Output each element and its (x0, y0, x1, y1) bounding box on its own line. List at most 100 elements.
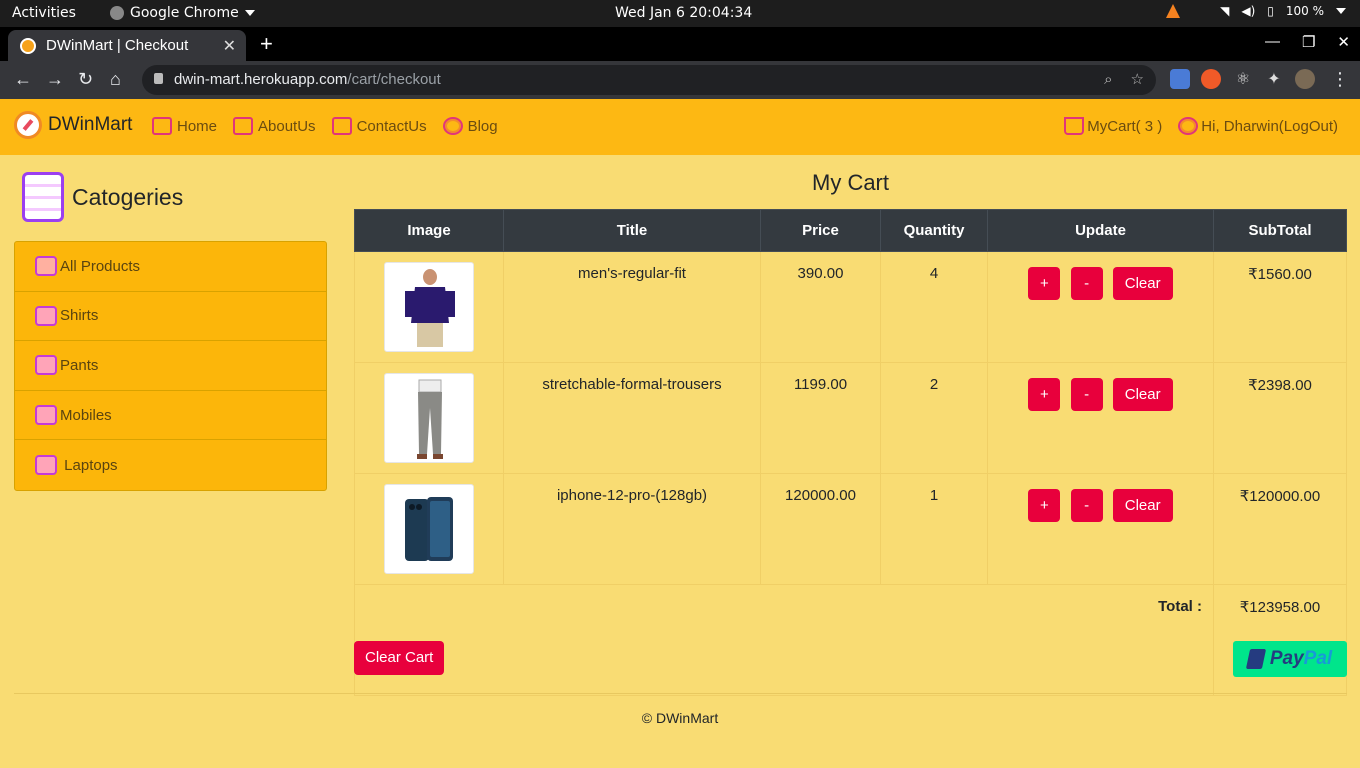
nav-aboutus-label: AboutUs (258, 117, 316, 135)
product-title: stretchable-formal-trousers (503, 362, 761, 474)
cart-icon (1064, 117, 1085, 135)
chevron-down-icon (1336, 8, 1346, 14)
puzzle-extensions-icon[interactable]: ✦ (1264, 69, 1284, 89)
category-label: Pants (60, 356, 99, 374)
product-title: iphone-12-pro-(128gb) (503, 473, 761, 585)
col-image: Image (354, 209, 504, 252)
product-subtotal: ₹2398.00 (1213, 362, 1347, 474)
lock-icon[interactable] (154, 73, 163, 84)
nav-aboutus[interactable]: AboutUs (233, 117, 316, 135)
clock[interactable]: Wed Jan 6 20:04:34 (615, 5, 752, 21)
nav-home[interactable]: Home (152, 117, 217, 135)
url-host: dwin-mart.herokuapp.com (174, 71, 348, 88)
battery-icon: ▯ (1267, 4, 1274, 18)
category-shirts[interactable]: Shirts (15, 292, 326, 342)
cart-title: My Cart (812, 170, 889, 195)
product-image-cell (354, 251, 504, 363)
minimize-icon[interactable]: — (1265, 33, 1280, 51)
url-path: /cart/checkout (347, 71, 441, 88)
wifi-icon: ◥ (1220, 4, 1230, 18)
product-image-cell (354, 362, 504, 474)
activities-button[interactable]: Activities (12, 5, 76, 21)
categories-list: All Products Shirts Pants Mobiles Laptop… (14, 241, 327, 491)
product-price: 1199.00 (760, 362, 881, 474)
forward-icon[interactable]: → (46, 69, 64, 90)
categories-heading: Catogeries (22, 172, 183, 222)
product-image-iphone[interactable] (384, 484, 474, 574)
battery-label: 100 % (1285, 4, 1324, 18)
kebab-menu-icon[interactable]: ⋮ (1331, 69, 1349, 90)
react-devtools-icon[interactable]: ⚛ (1233, 69, 1253, 89)
nav-mycart[interactable]: MyCart( 3 ) (1064, 117, 1162, 135)
col-price: Price (760, 209, 881, 252)
main-nav: Home AboutUs ContactUs Blog (152, 117, 498, 135)
product-image-trousers[interactable] (384, 373, 474, 463)
extension-icon[interactable] (1201, 69, 1221, 89)
zoom-icon[interactable]: ⌕ (1104, 65, 1112, 95)
logout-icon (1178, 117, 1199, 135)
browser-tab[interactable]: DWinMart | Checkout ✕ (8, 30, 246, 61)
category-laptops[interactable]: Laptops (15, 440, 326, 490)
close-window-icon[interactable]: ✕ (1337, 33, 1350, 51)
update-cell: + - Clear (987, 362, 1214, 474)
new-tab-icon[interactable]: + (260, 31, 273, 57)
clear-item-button[interactable]: Clear (1112, 267, 1173, 300)
reload-icon[interactable]: ↻ (78, 69, 93, 90)
product-subtotal: ₹120000.00 (1213, 473, 1347, 585)
favicon-icon (20, 37, 36, 54)
product-image-shirt[interactable] (384, 262, 474, 352)
categories-title: Catogeries (72, 183, 184, 210)
product-title: men's-regular-fit (503, 251, 761, 363)
clear-item-button[interactable]: Clear (1112, 378, 1173, 411)
system-tray[interactable]: ◥ ◀) ▯ 100 % (1166, 4, 1346, 18)
close-icon[interactable]: ✕ (223, 36, 236, 56)
decrement-button[interactable]: - (1070, 267, 1103, 300)
paypal-label-a: Pay (1269, 648, 1304, 669)
profile-avatar[interactable] (1295, 69, 1315, 89)
decrement-button[interactable]: - (1070, 378, 1103, 411)
about-icon (233, 117, 254, 135)
nav-logout[interactable]: Hi, Dharwin(LogOut) (1178, 117, 1338, 135)
vlc-icon[interactable] (1166, 4, 1181, 18)
category-all-products[interactable]: All Products (15, 242, 326, 292)
col-quantity: Quantity (880, 209, 988, 252)
category-mobiles[interactable]: Mobiles (15, 391, 326, 441)
nav-home-label: Home (177, 117, 218, 135)
nav-mycart-label: MyCart( 3 ) (1087, 117, 1163, 135)
product-price: 390.00 (760, 251, 881, 363)
increment-button[interactable]: + (1028, 489, 1061, 522)
home-icon[interactable]: ⌂ (110, 69, 121, 90)
brand-link[interactable]: DWinMart (14, 111, 132, 139)
translate-extension-icon[interactable] (1170, 69, 1190, 89)
table-row: stretchable-formal-trousers 1199.00 2 + … (354, 362, 1347, 474)
paypal-logo-icon (1245, 649, 1266, 669)
product-image-cell (354, 473, 504, 585)
address-bar[interactable]: dwin-mart.herokuapp.com/cart/checkout ⌕ … (142, 65, 1156, 95)
nav-blog[interactable]: Blog (442, 117, 498, 135)
tab-title: DWinMart | Checkout (46, 37, 189, 54)
site-navbar: DWinMart Home AboutUs ContactUs Blog MyC… (0, 99, 1360, 155)
paypal-button[interactable]: Pay Pal (1233, 641, 1347, 677)
increment-button[interactable]: + (1028, 378, 1061, 411)
col-title: Title (503, 209, 761, 252)
nav-contactus-label: ContactUs (356, 117, 427, 135)
clear-cart-button[interactable]: Clear Cart (354, 641, 445, 675)
back-icon[interactable]: ← (14, 69, 32, 90)
restore-icon[interactable]: ❐ (1302, 33, 1315, 51)
chevron-down-icon (244, 10, 255, 16)
product-quantity: 4 (880, 251, 988, 363)
user-nav: MyCart( 3 ) Hi, Dharwin(LogOut) (1064, 117, 1338, 135)
bookmark-star-icon[interactable]: ☆ (1131, 65, 1144, 95)
footer-divider (14, 693, 1347, 694)
increment-button[interactable]: + (1028, 267, 1061, 300)
volume-icon: ◀) (1241, 4, 1256, 18)
decrement-button[interactable]: - (1070, 489, 1103, 522)
col-update: Update (987, 209, 1214, 252)
nav-contactus[interactable]: ContactUs (331, 117, 427, 135)
cart-table: Image Title Price Quantity Update SubTot… (354, 209, 1347, 696)
contact-icon (331, 117, 352, 135)
app-menu[interactable]: Google Chrome (110, 5, 255, 21)
update-cell: + - Clear (987, 251, 1214, 363)
category-pants[interactable]: Pants (15, 341, 326, 391)
clear-item-button[interactable]: Clear (1112, 489, 1173, 522)
